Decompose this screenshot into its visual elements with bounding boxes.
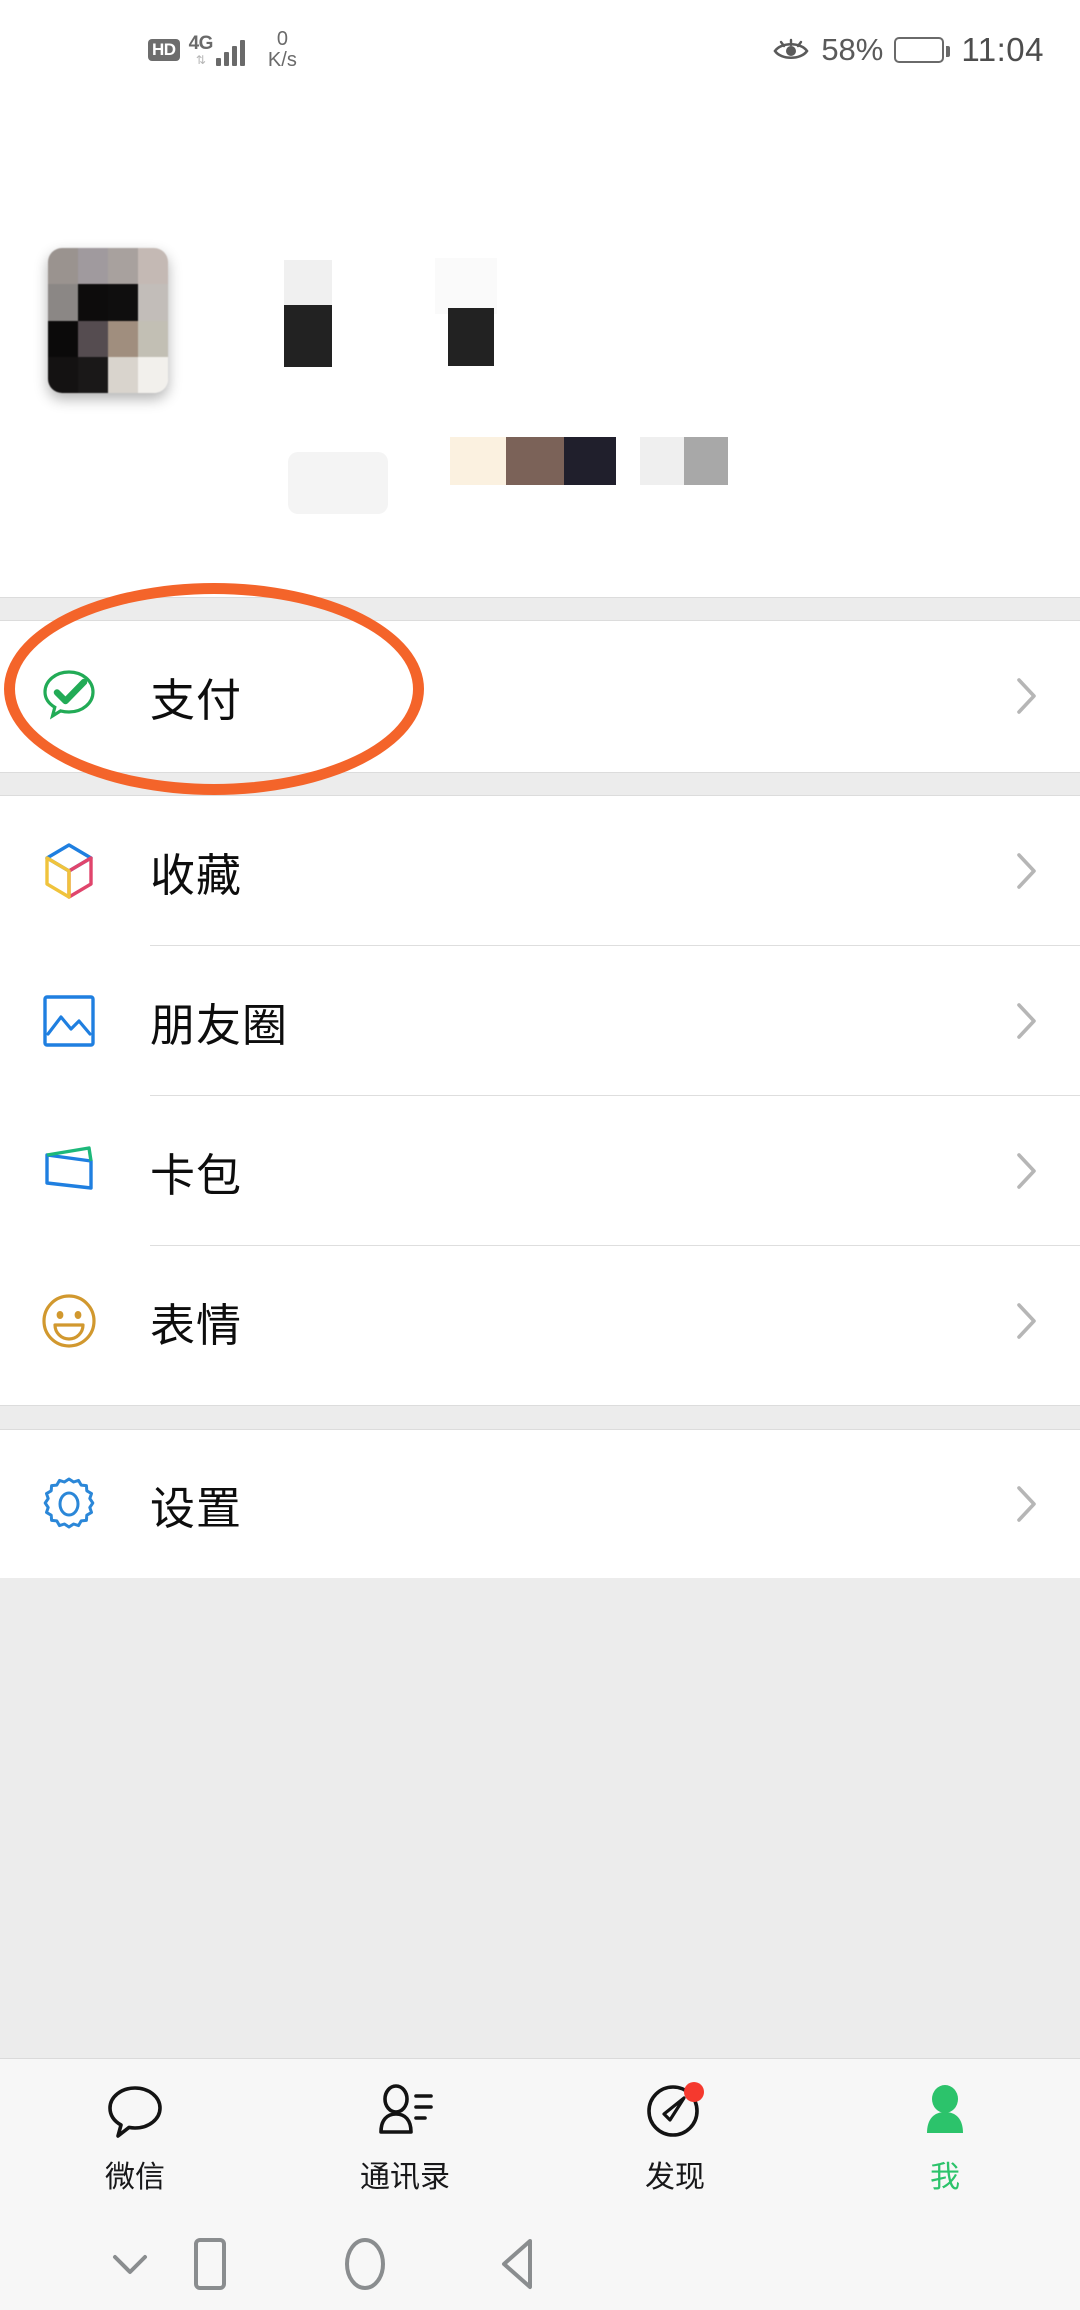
redaction-block xyxy=(435,258,497,314)
menu-item-cards[interactable]: 卡包 xyxy=(0,1096,1080,1246)
tab-label: 我 xyxy=(930,2159,960,2195)
settings-gear-icon xyxy=(36,1471,102,1537)
network-type-icon: 4G ⇅ xyxy=(188,33,214,67)
cards-wallet-icon xyxy=(36,1138,102,1204)
battery-percent: 58% xyxy=(821,32,884,67)
menu-item-label: 支付 xyxy=(150,673,243,727)
color-swatch-row xyxy=(450,437,616,485)
eye-care-icon xyxy=(773,38,809,60)
menu-item-settings[interactable]: 设置 xyxy=(0,1430,1080,1578)
tab-contacts[interactable]: 通讯录 xyxy=(270,2059,540,2218)
section-gap xyxy=(0,1405,1080,1430)
chevron-right-icon xyxy=(1017,1303,1036,1339)
section-gap xyxy=(0,772,1080,796)
chevron-right-icon xyxy=(1017,1003,1036,1039)
person-icon xyxy=(914,2082,976,2144)
pay-section: 支付 xyxy=(0,621,1080,772)
tab-me[interactable]: 我 xyxy=(810,2059,1080,2218)
profile-header[interactable] xyxy=(0,100,1080,597)
data-arrows-icon: ⇅ xyxy=(195,53,206,67)
settings-section: 设置 xyxy=(0,1430,1080,1578)
tab-label: 微信 xyxy=(105,2159,165,2195)
battery-icon xyxy=(894,37,951,63)
android-nav-bar xyxy=(0,2218,1080,2310)
menu-item-label: 设置 xyxy=(150,1481,243,1535)
signal-bars-icon xyxy=(215,38,245,66)
menu-item-label: 收藏 xyxy=(150,848,243,902)
menu-item-favorites[interactable]: 收藏 xyxy=(0,796,1080,946)
menu-item-label: 朋友圈 xyxy=(150,998,289,1052)
menu-item-pay[interactable]: 支付 xyxy=(0,621,1080,771)
chevron-right-icon xyxy=(1017,678,1036,714)
bottom-tab-bar: 微信 通讯录 发现 我 xyxy=(0,2058,1080,2218)
data-speed: 0 K/s xyxy=(267,28,297,71)
notification-badge xyxy=(684,2081,704,2102)
clock: 11:04 xyxy=(961,31,1044,68)
phone-screen: HD 4G ⇅ 0 K/s 58% 11:04 支付 收藏 朋友圈 卡包 表情 … xyxy=(0,0,1080,2310)
tab-discover[interactable]: 发现 xyxy=(540,2059,810,2218)
tab-label: 通讯录 xyxy=(360,2159,450,2195)
empty-area xyxy=(0,1578,1080,2058)
avatar[interactable] xyxy=(48,248,168,393)
avatar-pixelated xyxy=(48,248,168,393)
chevron-down-icon[interactable] xyxy=(100,2236,160,2292)
chevron-right-icon xyxy=(1017,853,1036,889)
chevron-right-icon xyxy=(1017,1486,1036,1522)
tab-chats[interactable]: 微信 xyxy=(0,2059,270,2218)
hd-badge: HD xyxy=(148,39,180,61)
compass-icon xyxy=(644,2081,706,2144)
content-section: 收藏 朋友圈 卡包 表情 xyxy=(0,796,1080,1405)
contacts-icon xyxy=(374,2082,436,2144)
redaction-block xyxy=(448,308,494,366)
chat-bubble-icon xyxy=(104,2082,166,2144)
section-gap xyxy=(0,597,1080,621)
qr-placeholder xyxy=(288,452,388,514)
menu-item-stickers[interactable]: 表情 xyxy=(0,1246,1080,1396)
square-icon[interactable] xyxy=(180,2232,240,2296)
menu-item-label: 表情 xyxy=(150,1298,243,1352)
signal-indicator: 4G ⇅ xyxy=(189,34,245,66)
status-bar-right: 58% 11:04 xyxy=(772,0,1044,100)
circle-icon[interactable] xyxy=(335,2232,395,2296)
menu-item-label: 卡包 xyxy=(150,1148,243,1202)
status-bar-left: HD 4G ⇅ 0 K/s xyxy=(148,29,297,71)
moments-photo-icon xyxy=(36,988,102,1054)
tab-label: 发现 xyxy=(645,2159,705,2195)
chevron-right-icon xyxy=(1017,1153,1036,1189)
wechat-pay-icon xyxy=(36,663,102,729)
color-swatch-row xyxy=(640,437,728,485)
stickers-smiley-icon xyxy=(36,1288,102,1354)
redaction-block xyxy=(284,305,332,367)
status-bar: HD 4G ⇅ 0 K/s 58% 11:04 xyxy=(0,0,1080,100)
menu-item-moments[interactable]: 朋友圈 xyxy=(0,946,1080,1096)
triangle-left-icon[interactable] xyxy=(488,2232,548,2296)
favorites-cube-icon xyxy=(36,838,102,904)
